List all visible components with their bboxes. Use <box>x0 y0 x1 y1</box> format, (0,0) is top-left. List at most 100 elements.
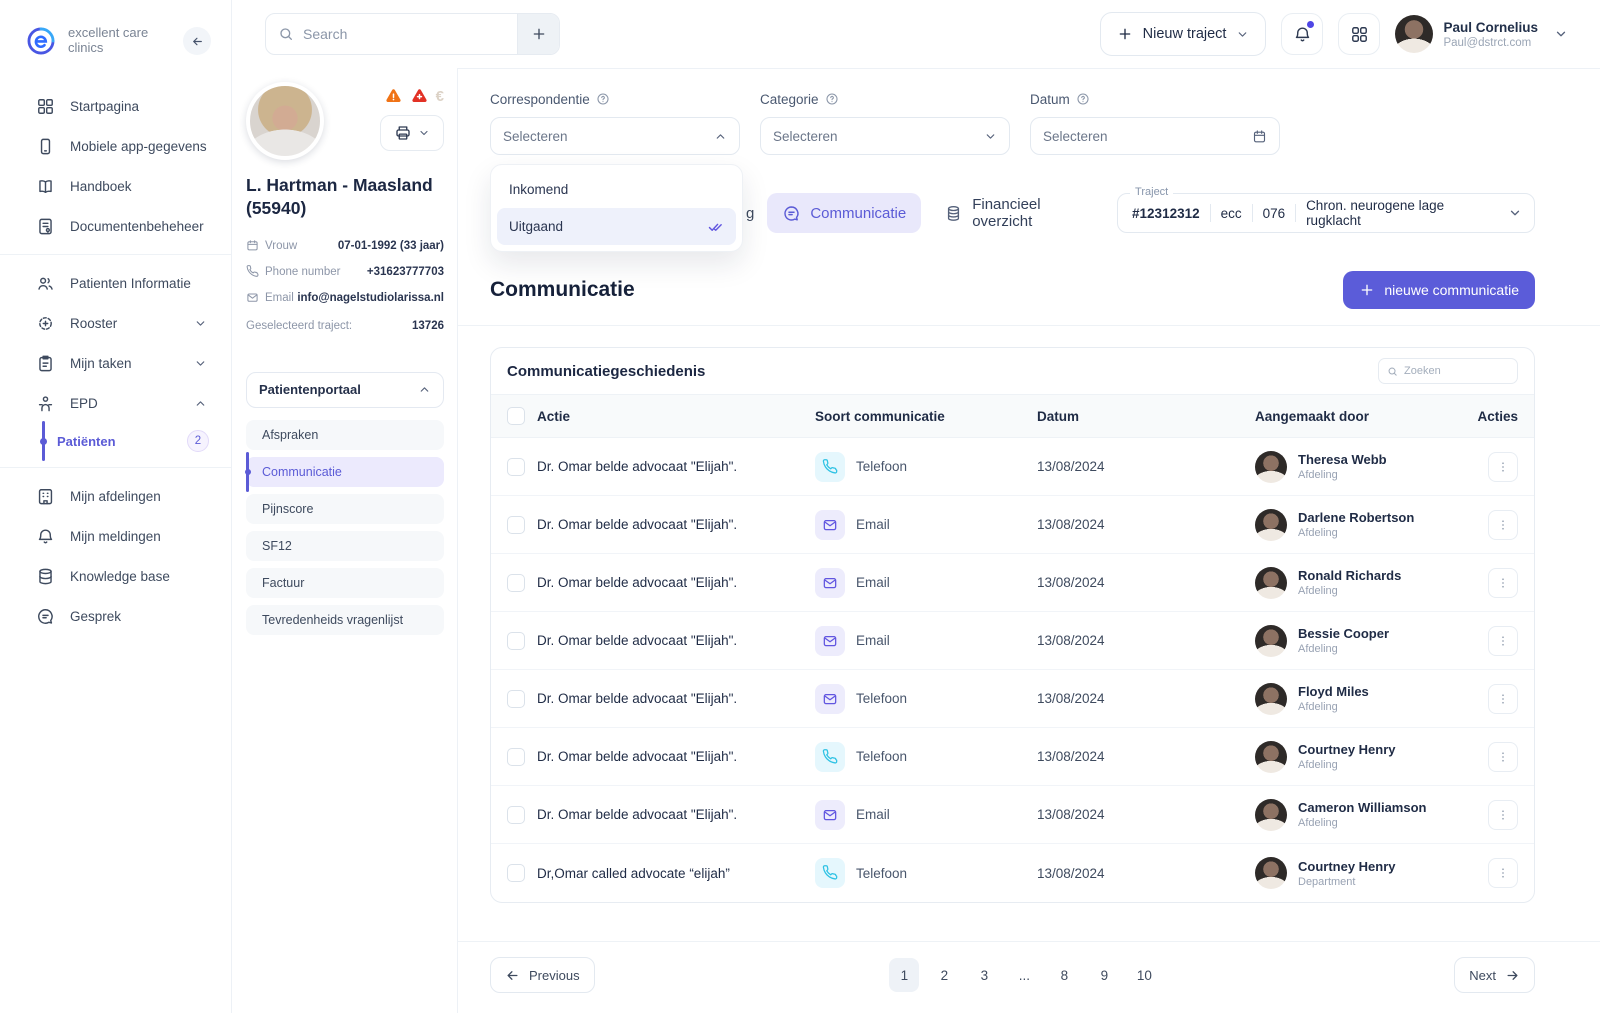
portal-item-afspraken[interactable]: Afspraken <box>246 420 444 450</box>
row-type-label: Telefoon <box>856 866 907 881</box>
help-icon <box>1076 92 1090 106</box>
row-checkbox[interactable] <box>507 574 525 592</box>
row-author-name: Cameron Williamson <box>1298 800 1426 815</box>
row-date: 13/08/2024 <box>1037 749 1255 764</box>
portal-item-label: Pijnscore <box>262 502 313 516</box>
row-actions-button[interactable] <box>1488 626 1518 656</box>
sidebar-item-patienten-informatie[interactable]: Patienten Informatie <box>0 263 231 303</box>
row-actions-button[interactable] <box>1488 742 1518 772</box>
row-actions-button[interactable] <box>1488 510 1518 540</box>
traject-selector[interactable]: Traject #12312312 ecc 076 Chron. neuroge… <box>1117 193 1535 233</box>
table-row: Dr. Omar belde advocaat "Elijah". Email … <box>491 496 1534 554</box>
apps-grid-button[interactable] <box>1338 13 1380 55</box>
chevron-down-icon <box>1508 206 1522 220</box>
warning-orange-icon <box>384 87 403 106</box>
email-icon <box>815 800 845 830</box>
portal-item-sf12[interactable]: SF12 <box>246 531 444 561</box>
search-input[interactable] <box>303 26 505 42</box>
patient-email-row: Email info@nagelstudiolarissa.nl <box>246 285 444 311</box>
sidebar-nav: Startpagina Mobiele app-gegevens Handboe… <box>0 86 231 636</box>
sidebar-item-gesprek[interactable]: Gesprek <box>0 596 231 636</box>
tab-communicatie[interactable]: Communicatie <box>767 193 921 233</box>
tab-label: Financieel overzicht <box>972 196 1102 230</box>
sidebar-collapse-button[interactable] <box>183 27 211 55</box>
page-number-8[interactable]: 8 <box>1049 958 1079 992</box>
row-checkbox[interactable] <box>507 458 525 476</box>
tab-financieel-overzicht[interactable]: Financieel overzicht <box>929 193 1117 233</box>
previous-page-button[interactable]: Previous <box>490 957 595 993</box>
portal-item-factuur[interactable]: Factuur <box>246 568 444 598</box>
sidebar-item-mobiele-app-gegevens[interactable]: Mobiele app-gegevens <box>0 126 231 166</box>
sidebar-item-rooster[interactable]: Rooster <box>0 303 231 343</box>
row-action-text: Dr. Omar belde advocaat "Elijah". <box>537 575 815 590</box>
portal-item-pijnscore[interactable]: Pijnscore <box>246 494 444 524</box>
page-number-10[interactable]: 10 <box>1129 958 1159 992</box>
correspondentie-select[interactable]: Selecteren <box>490 117 740 155</box>
sidebar-item-patienten[interactable]: Patiënten 2 <box>0 423 231 459</box>
column-datum: Datum <box>1037 409 1255 424</box>
datum-select[interactable]: Selecteren <box>1030 117 1280 155</box>
nieuwe-communicatie-button[interactable]: nieuwe communicatie <box>1343 271 1535 309</box>
portal-item-label: Factuur <box>262 576 304 590</box>
arrow-right-icon <box>1505 968 1520 983</box>
page-number-9[interactable]: 9 <box>1089 958 1119 992</box>
page-number-2[interactable]: 2 <box>929 958 959 992</box>
print-button[interactable] <box>380 115 444 151</box>
user-menu[interactable]: Paul Cornelius Paul@dstrct.com <box>1395 15 1568 53</box>
search-add-button[interactable] <box>517 14 559 54</box>
row-checkbox[interactable] <box>507 516 525 534</box>
author-avatar <box>1255 741 1287 773</box>
row-date: 13/08/2024 <box>1037 633 1255 648</box>
count-badge: 2 <box>187 430 209 452</box>
sidebar-item-startpagina[interactable]: Startpagina <box>0 86 231 126</box>
notifications-button[interactable] <box>1281 13 1323 55</box>
patient-phone-row: Phone number +31623777703 <box>246 259 444 285</box>
sidebar-item-epd[interactable]: EPD <box>0 383 231 423</box>
select-value: Selecteren <box>773 129 838 144</box>
row-action-text: Dr,Omar called advocate “elijah” <box>537 866 815 881</box>
row-actions-button[interactable] <box>1488 800 1518 830</box>
row-actions-button[interactable] <box>1488 858 1518 888</box>
row-actions-button[interactable] <box>1488 684 1518 714</box>
author-avatar <box>1255 509 1287 541</box>
page-number-3[interactable]: 3 <box>969 958 999 992</box>
row-actions-button[interactable] <box>1488 568 1518 598</box>
row-date: 13/08/2024 <box>1037 691 1255 706</box>
row-type-label: Email <box>856 517 890 532</box>
row-actions-button[interactable] <box>1488 452 1518 482</box>
page-title: Communicatie <box>490 278 635 302</box>
patientenportaal-header[interactable]: Patientenportaal <box>246 372 444 408</box>
select-all-checkbox[interactable] <box>507 407 525 425</box>
row-checkbox[interactable] <box>507 690 525 708</box>
user-name: Paul Cornelius <box>1443 20 1538 35</box>
partially-hidden-tab[interactable]: g <box>746 205 754 222</box>
nieuw-traject-button[interactable]: Nieuw traject <box>1100 12 1267 56</box>
sidebar-item-mijn-meldingen[interactable]: Mijn meldingen <box>0 516 231 556</box>
row-checkbox[interactable] <box>507 806 525 824</box>
option-label: Inkomend <box>509 182 568 197</box>
dropdown-option-inkomend[interactable]: Inkomend <box>497 171 736 208</box>
page-number-1[interactable]: 1 <box>889 958 919 992</box>
sidebar-item-documentenbeheheer[interactable]: Documentenbeheheer <box>0 206 231 246</box>
table-row: Dr. Omar belde advocaat "Elijah". Telefo… <box>491 670 1534 728</box>
sidebar-item-mijn-taken[interactable]: Mijn taken <box>0 343 231 383</box>
sidebar-item-mijn-afdelingen[interactable]: Mijn afdelingen <box>0 476 231 516</box>
user-email: Paul@dstrct.com <box>1443 37 1538 49</box>
row-checkbox[interactable] <box>507 748 525 766</box>
dropdown-option-uitgaand[interactable]: Uitgaand <box>497 208 736 245</box>
author-avatar <box>1255 625 1287 657</box>
sidebar-item-handboek[interactable]: Handboek <box>0 166 231 206</box>
patient-traject-value: 13726 <box>412 320 444 332</box>
categorie-select[interactable]: Selecteren <box>760 117 1010 155</box>
email-icon <box>815 626 845 656</box>
next-page-button[interactable]: Next <box>1454 957 1535 993</box>
sidebar-item-knowledge-base[interactable]: Knowledge base <box>0 556 231 596</box>
portal-item-communicatie[interactable]: Communicatie <box>246 457 444 487</box>
table-search-input[interactable] <box>1404 365 1509 377</box>
phone-icon <box>246 265 259 278</box>
row-checkbox[interactable] <box>507 632 525 650</box>
row-checkbox[interactable] <box>507 864 525 882</box>
portal-item-tevredenheids-vragenlijst[interactable]: Tevredenheids vragenlijst <box>246 605 444 635</box>
patientenportaal-list: Afspraken Communicatie Pijnscore SF12 Fa… <box>246 420 444 635</box>
traject-id: #12312312 <box>1132 206 1200 221</box>
